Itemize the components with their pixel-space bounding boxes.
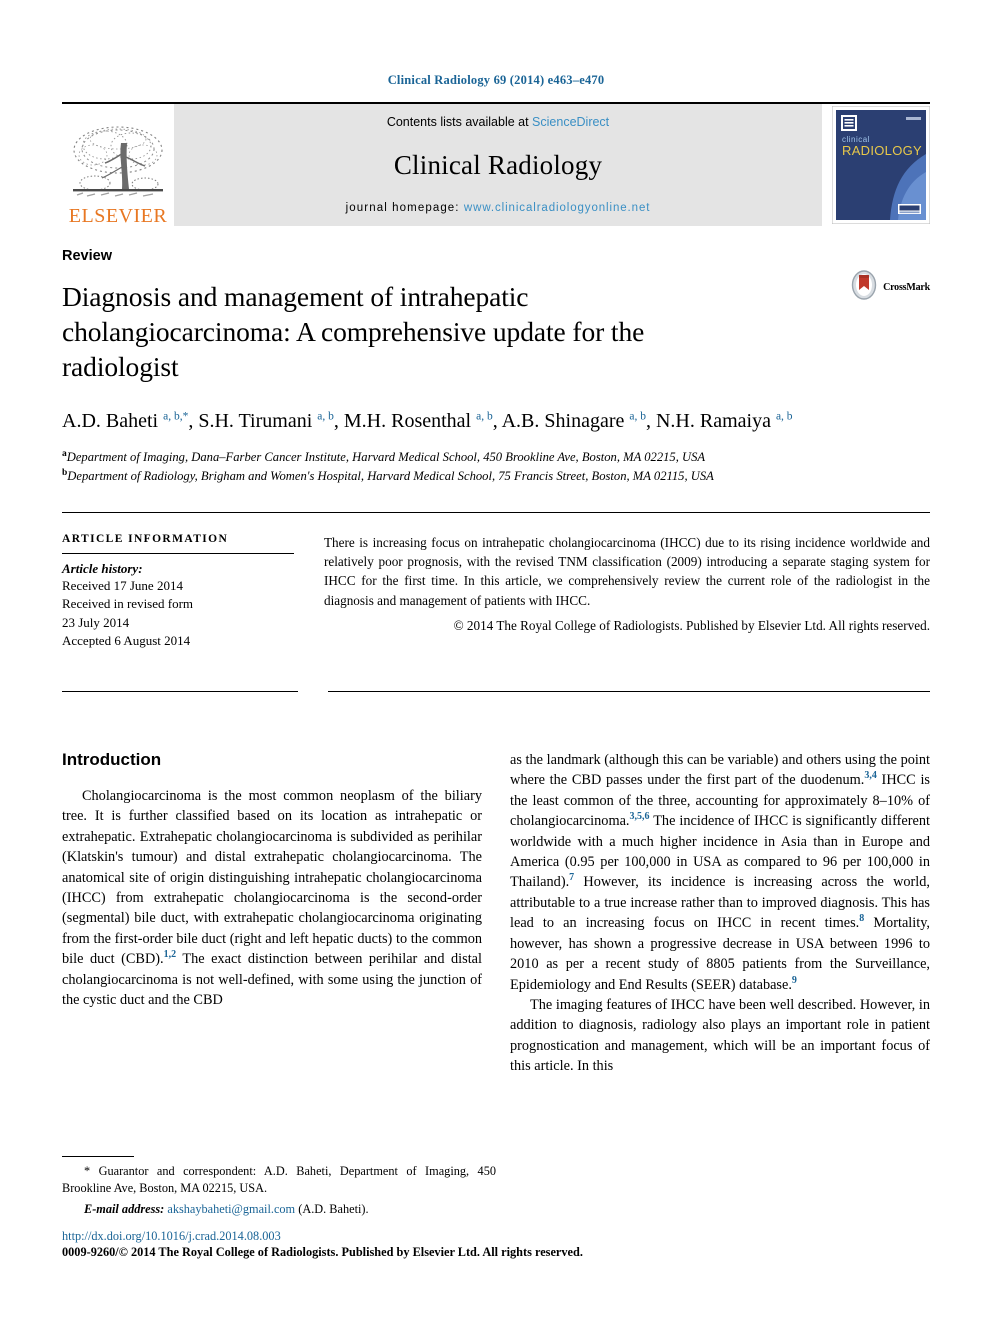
abstract-text: There is increasing focus on intrahepati… [324,534,930,608]
paragraph-intro-2: The imaging features of IHCC have been w… [510,997,930,1075]
paper-page: Clinical Radiology 69 (2014) e463–e470 E… [0,0,992,1323]
body-divider-right [328,690,930,692]
elsevier-tree-icon [69,123,167,205]
sciencedirect-link[interactable]: ScienceDirect [532,115,609,129]
footnote-area: * Guarantor and correspondent: A.D. Bahe… [62,1155,496,1219]
paragraph-intro-continued: as the landmark (although this can be va… [510,751,930,993]
crossmark-label: CrossMark [883,282,930,293]
abstract-copyright: © 2014 The Royal College of Radiologists… [453,618,930,633]
article-info-heading: ARTICLE INFORMATION [62,532,229,545]
crossmark-badge[interactable]: CrossMark [849,270,930,305]
article-type-label: Review [62,248,112,264]
article-history-line: Received 17 June 2014 [62,577,183,593]
affiliation-text: Department of Imaging, Dana–Farber Cance… [66,450,706,465]
right-column: as the landmark (although this can be va… [510,750,930,1077]
contents-available-line: Contents lists available at ScienceDirec… [387,115,609,129]
article-history-line: Accepted 6 August 2014 [62,633,191,649]
email-label: E-mail address: [84,1202,165,1217]
affiliation-item: bDepartment of Radiology, Brigham and Wo… [62,467,930,486]
journal-band: Contents lists available at ScienceDirec… [174,104,822,226]
section-heading-introduction: Introduction [62,749,162,769]
crossmark-icon [849,270,879,305]
journal-title: Clinical Radiology [393,150,603,180]
affiliation-item: aDepartment of Imaging, Dana–Farber Canc… [62,448,930,467]
article-history-line: 23 July 2014 [62,614,130,630]
email-footnote: E-mail address: akshaybaheti@gmail.com (… [62,1201,496,1219]
article-info-subdivider [62,552,294,554]
article-history-label: Article history: [62,560,143,576]
correspondence-footnote: * Guarantor and correspondent: A.D. Bahe… [62,1163,496,1196]
homepage-label: journal homepage: [345,202,464,214]
email-attribution: (A.D. Baheti). [298,1202,369,1217]
contents-prefix: Contents lists available at [386,115,533,129]
affiliation-list: aDepartment of Imaging, Dana–Farber Canc… [62,448,930,486]
footnote-divider [62,1155,134,1157]
journal-masthead: ELSEVIER Contents lists available at Sci… [62,102,931,226]
body-divider-left [62,690,298,692]
body-columns: Introduction Cholangiocarcinoma is the m… [62,750,930,1077]
doi-link[interactable]: http://dx.doi.org/10.1016/j.crad.2014.08… [62,1228,762,1245]
paragraph-intro-1: Cholangiocarcinoma is the most common ne… [62,787,482,1009]
body-divider-row [62,690,930,692]
author-list: A.D. Baheti a, b,*, S.H. Tirumani a, b, … [62,409,793,432]
journal-cover-thumbnail[interactable]: clinical RADIOLOGY [831,105,931,225]
journal-homepage-line: journal homepage: www.clinicalradiologyo… [346,202,651,214]
homepage-url-link[interactable]: www.clinicalradiologyonline.net [464,202,650,214]
issn-copyright-line: 0009-9260/© 2014 The Royal College of Ra… [62,1245,583,1260]
left-column: Introduction Cholangiocarcinoma is the m… [62,750,482,1077]
article-info-divider [62,511,930,513]
article-information-section: ARTICLE INFORMATION Article history: Rec… [62,533,930,651]
page-title: Diagnosis and management of intrahepatic… [62,281,645,382]
email-link[interactable]: akshaybaheti@gmail.com [167,1202,295,1216]
elsevier-logo: ELSEVIER [62,104,174,226]
running-head: Clinical Radiology 69 (2014) e463–e470 [387,73,605,87]
title-block: Review Diagnosis and management of intra… [62,248,930,385]
article-info-left: ARTICLE INFORMATION Article history: Rec… [62,533,324,651]
svg-text:RADIOLOGY: RADIOLOGY [842,143,922,158]
bottom-matter: http://dx.doi.org/10.1016/j.crad.2014.08… [62,1228,762,1261]
elsevier-wordmark: ELSEVIER [68,205,168,227]
article-history-line: Received in revised form [62,596,194,612]
affiliation-text: Department of Radiology, Brigham and Wom… [67,469,714,484]
